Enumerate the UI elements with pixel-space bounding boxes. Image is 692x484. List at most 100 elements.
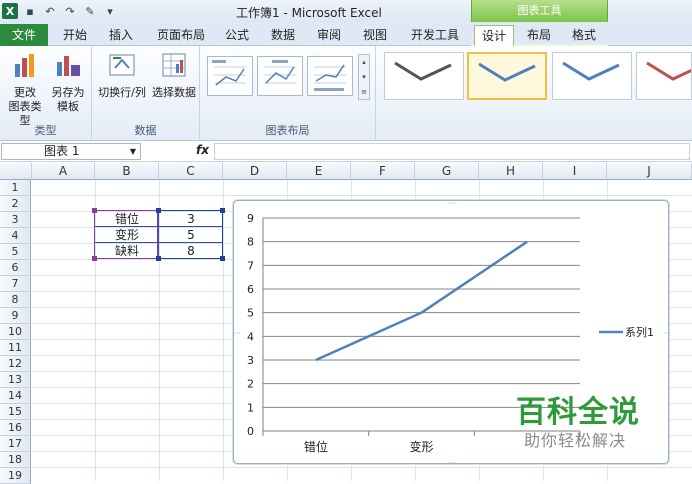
row-header[interactable]: 19 <box>0 468 31 484</box>
ribbon-group-type: 更改 图表类型 另存为 模板 类型 <box>0 46 92 141</box>
formula-input[interactable] <box>214 143 690 160</box>
undo-icon[interactable]: ↶ <box>42 3 58 19</box>
row-header[interactable]: 1 <box>0 180 31 196</box>
column-header-j[interactable]: J <box>607 163 692 180</box>
tab-file[interactable]: 文件 <box>0 24 48 46</box>
range-handle[interactable] <box>156 208 161 213</box>
row-header[interactable]: 7 <box>0 276 31 292</box>
chart-resize-handle: ···· <box>447 459 457 465</box>
group-label-chart-layout: 图表布局 <box>200 122 375 138</box>
row-header[interactable]: 11 <box>0 340 31 356</box>
save-as-template-button[interactable]: 另存为 模板 <box>48 50 88 114</box>
row-header[interactable]: 10 <box>0 324 31 340</box>
legend-label: 系列1 <box>625 325 654 339</box>
chart-style-option-red[interactable] <box>636 52 692 100</box>
row-header[interactable]: 18 <box>0 452 31 468</box>
group-label-data: 数据 <box>92 122 199 138</box>
table-cell-value[interactable]: 3 <box>159 211 223 227</box>
y-tick-label: 0 <box>247 425 254 438</box>
change-chart-type-button[interactable]: 更改 图表类型 <box>4 50 46 128</box>
style-gray-icon <box>385 53 463 99</box>
tab-format[interactable]: 格式 <box>564 25 604 46</box>
redo-icon[interactable]: ↷ <box>62 3 78 19</box>
layout-1-icon <box>208 57 252 95</box>
row-header[interactable]: 12 <box>0 356 31 372</box>
chart-style-option-blue[interactable] <box>552 52 632 100</box>
row-header[interactable]: 6 <box>0 260 31 276</box>
row-header[interactable]: 17 <box>0 436 31 452</box>
series-line <box>316 242 527 360</box>
range-handle[interactable] <box>156 256 161 261</box>
save-icon[interactable]: ▪ <box>22 3 38 19</box>
select-all-corner[interactable] <box>0 163 32 180</box>
tab-insert[interactable]: 插入 <box>104 25 138 46</box>
chart-tools-header: 图表工具 <box>471 0 608 22</box>
tab-layout[interactable]: 布局 <box>520 25 558 46</box>
table-cell-label[interactable]: 错位 <box>111 211 143 227</box>
save-template-icon <box>53 50 83 80</box>
y-tick-label: 9 <box>247 212 254 225</box>
switch-row-column-icon <box>107 50 137 80</box>
row-header[interactable]: 8 <box>0 292 31 308</box>
chart-layout-option-2[interactable] <box>257 56 303 96</box>
ribbon: 更改 图表类型 另存为 模板 类型 切换行/列 <box>0 46 692 141</box>
name-box[interactable]: 图表 1 ▼ <box>1 143 141 160</box>
column-header-d[interactable]: D <box>223 163 287 180</box>
column-header-f[interactable]: F <box>351 163 415 180</box>
tab-developer[interactable]: 开发工具 <box>406 25 464 46</box>
y-tick-label: 5 <box>247 307 254 320</box>
table-cell-label[interactable]: 缺料 <box>111 243 143 259</box>
tab-view[interactable]: 视图 <box>358 25 392 46</box>
chart-style-option-gray[interactable] <box>384 52 464 100</box>
row-header[interactable]: 9 <box>0 308 31 324</box>
insert-function-icon[interactable]: fx <box>196 143 209 157</box>
select-data-icon <box>159 50 189 80</box>
x-tick-label: 变形 <box>409 439 433 454</box>
layout-gallery-scroll[interactable]: ▴▾≡ <box>358 54 370 100</box>
range-handle[interactable] <box>220 256 225 261</box>
range-handle[interactable] <box>92 208 97 213</box>
window-title: 工作簿1 - Microsoft Excel <box>236 4 382 21</box>
tab-home[interactable]: 开始 <box>58 25 92 46</box>
row-header[interactable]: 5 <box>0 244 31 260</box>
customize-qat-icon[interactable]: ▾ <box>102 3 118 19</box>
tab-review[interactable]: 审阅 <box>312 25 346 46</box>
switch-row-column-button[interactable]: 切换行/列 <box>96 50 148 100</box>
row-header[interactable]: 15 <box>0 404 31 420</box>
quick-access-toolbar: X ▪ ↶ ↷ ✎ ▾ <box>2 2 118 20</box>
row-header[interactable]: 13 <box>0 372 31 388</box>
column-header-e[interactable]: E <box>287 163 351 180</box>
column-header-g[interactable]: G <box>415 163 479 180</box>
tab-formulas[interactable]: 公式 <box>220 25 254 46</box>
column-header-h[interactable]: H <box>479 163 543 180</box>
chart-layout-option-1[interactable] <box>207 56 253 96</box>
row-header[interactable]: 14 <box>0 388 31 404</box>
title-bar: X ▪ ↶ ↷ ✎ ▾ 工作簿1 - Microsoft Excel 图表工具 <box>0 0 692 22</box>
table-cell-value[interactable]: 8 <box>159 243 223 259</box>
tab-page-layout[interactable]: 页面布局 <box>152 25 210 46</box>
table-cell-value[interactable]: 5 <box>159 227 223 243</box>
format-painter-icon[interactable]: ✎ <box>82 3 98 19</box>
tab-design[interactable]: 设计 <box>474 25 514 46</box>
range-handle[interactable] <box>92 256 97 261</box>
select-data-button[interactable]: 选择数据 <box>150 50 198 100</box>
row-header[interactable]: 2 <box>0 196 31 212</box>
data-range[interactable]: 错位 3 变形 5 缺料 8 <box>94 210 223 259</box>
tab-data[interactable]: 数据 <box>266 25 300 46</box>
style-red-icon <box>637 53 691 99</box>
column-header-c[interactable]: C <box>159 163 223 180</box>
table-cell-label[interactable]: 变形 <box>111 227 143 243</box>
chart-style-option-blue-selected[interactable] <box>467 52 547 100</box>
row-header[interactable]: 3 <box>0 212 31 228</box>
chart-layout-option-3[interactable] <box>307 56 353 96</box>
column-header-a[interactable]: A <box>32 163 95 180</box>
column-header-i[interactable]: I <box>543 163 607 180</box>
row-header[interactable]: 4 <box>0 228 31 244</box>
name-box-dropdown-icon[interactable]: ▼ <box>130 144 136 159</box>
row-header[interactable]: 16 <box>0 420 31 436</box>
column-header-b[interactable]: B <box>95 163 159 180</box>
y-tick-label: 4 <box>247 330 254 343</box>
layout-3-icon <box>308 57 352 95</box>
change-chart-type-icon <box>10 50 40 80</box>
range-handle[interactable] <box>220 208 225 213</box>
